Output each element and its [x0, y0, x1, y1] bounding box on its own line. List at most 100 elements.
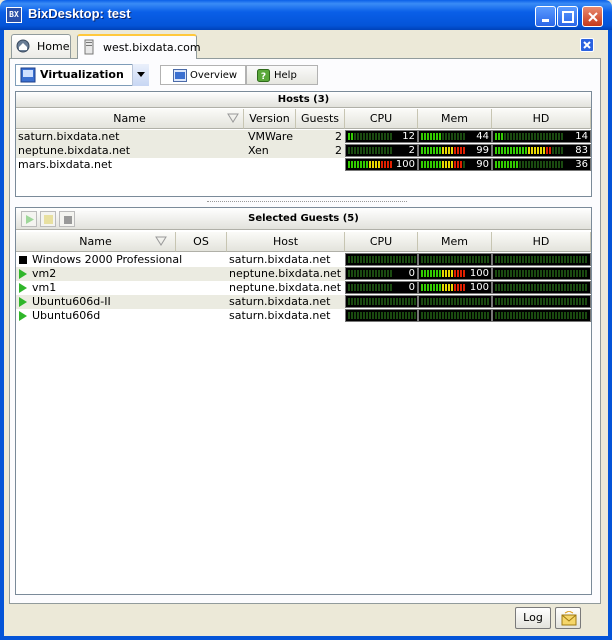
- host-name: mars.bixdata.net: [18, 158, 113, 171]
- meter-segment: [564, 298, 566, 305]
- meter-segment: [442, 312, 444, 319]
- start-guest-button[interactable]: [21, 211, 37, 227]
- meter-segment: [516, 284, 518, 291]
- hosts-col-mem[interactable]: Mem: [418, 109, 492, 129]
- meter-segment: [351, 133, 353, 140]
- hosts-col-version[interactable]: Version: [244, 109, 296, 129]
- guest-name: vm2: [32, 267, 57, 280]
- meter-segment: [546, 133, 548, 140]
- guests-col-host[interactable]: Host: [227, 232, 345, 252]
- meter-segment: [433, 161, 435, 168]
- meter-segment: [460, 147, 462, 154]
- meter-segment: [460, 298, 462, 305]
- meter-segment: [555, 147, 557, 154]
- meter-value: 14: [575, 131, 588, 142]
- stop-guest-button[interactable]: [59, 211, 75, 227]
- split-handle[interactable]: [207, 201, 407, 203]
- meter-segment: [457, 147, 459, 154]
- meter-segment: [360, 161, 362, 168]
- close-tab-button[interactable]: [580, 38, 594, 52]
- pause-guest-button[interactable]: [40, 211, 56, 227]
- meter-segment: [375, 147, 377, 154]
- usage-meter: 12: [345, 130, 418, 143]
- meter-segment: [549, 161, 551, 168]
- meter-segment: [369, 270, 371, 277]
- meter-segment: [424, 284, 426, 291]
- overview-button[interactable]: Overview: [160, 65, 246, 85]
- guests-col-os[interactable]: OS: [176, 232, 227, 252]
- meter-segment: [387, 161, 389, 168]
- meter-segment: [436, 312, 438, 319]
- meter-segment: [433, 147, 435, 154]
- hosts-col-name[interactable]: Name: [16, 109, 244, 129]
- guests-col-name[interactable]: Name: [16, 232, 176, 252]
- meter-segment: [546, 256, 548, 263]
- meter-segment: [573, 270, 575, 277]
- tab-west-bixdata[interactable]: west.bixdata.com: [77, 34, 201, 59]
- meter-segment: [411, 256, 413, 263]
- meter-segment: [561, 133, 563, 140]
- meter-segment: [366, 133, 368, 140]
- meter-segment: [558, 298, 560, 305]
- meter-value: 0: [408, 268, 415, 279]
- meter-segment: [427, 312, 429, 319]
- help-button[interactable]: ? Help: [246, 65, 318, 85]
- tab-home[interactable]: Home: [11, 34, 71, 58]
- meter-segment: [531, 133, 533, 140]
- meter-segment: [381, 284, 383, 291]
- hosts-col-hd-label: HD: [532, 112, 550, 125]
- meter-segment: [558, 161, 560, 168]
- meter-segment: [378, 298, 380, 305]
- meter-segment: [585, 270, 587, 277]
- meter-segment: [519, 147, 521, 154]
- guests-col-cpu[interactable]: CPU: [345, 232, 418, 252]
- meter-segment: [498, 298, 500, 305]
- host-guests: 2: [335, 144, 342, 157]
- usage-meter: 100: [345, 158, 418, 171]
- guests-col-hd[interactable]: HD: [492, 232, 591, 252]
- view-select-dropdown[interactable]: [132, 64, 149, 86]
- meter-segment: [348, 256, 350, 263]
- meter-segment: [519, 256, 521, 263]
- meter-segment: [460, 312, 462, 319]
- minimize-icon: [542, 19, 549, 22]
- meter-segment: [558, 147, 560, 154]
- meter-segment: [421, 270, 423, 277]
- meter-segment: [439, 298, 441, 305]
- meter-segment: [451, 284, 453, 291]
- meter-segment: [414, 298, 416, 305]
- close-window-button[interactable]: [582, 6, 603, 27]
- log-button[interactable]: Log: [515, 607, 551, 629]
- meter-segment: [543, 256, 545, 263]
- meter-segment: [507, 161, 509, 168]
- meter-value: 100: [395, 159, 415, 170]
- meter-segment: [439, 284, 441, 291]
- guest-host: saturn.bixdata.net: [229, 253, 331, 266]
- meter-segment: [393, 256, 395, 263]
- hosts-title: Hosts (3): [16, 92, 591, 108]
- meter-segment: [510, 147, 512, 154]
- hosts-col-cpu[interactable]: CPU: [345, 109, 418, 129]
- meter-segment: [570, 298, 572, 305]
- meter-segment: [570, 312, 572, 319]
- view-select-value: Virtualization: [40, 68, 124, 81]
- guests-col-mem[interactable]: Mem: [418, 232, 492, 252]
- meter-segment: [537, 133, 539, 140]
- meter-segment: [375, 133, 377, 140]
- meter-segment: [433, 284, 435, 291]
- guests-col-mem-label: Mem: [441, 235, 468, 248]
- hosts-col-guests[interactable]: Guests: [296, 109, 345, 129]
- hosts-col-hd[interactable]: HD: [492, 109, 591, 129]
- meter-segment: [561, 312, 563, 319]
- meter-segment: [457, 270, 459, 277]
- notifications-button[interactable]: [555, 607, 581, 629]
- usage-meter: 0: [345, 281, 418, 294]
- meter-segment: [463, 312, 465, 319]
- minimize-button[interactable]: [535, 6, 556, 27]
- meter-segment: [522, 256, 524, 263]
- meter-segment: [463, 256, 465, 263]
- meter-segment: [381, 161, 383, 168]
- meter-segment: [478, 298, 480, 305]
- meter-segment: [424, 147, 426, 154]
- maximize-button[interactable]: [557, 6, 578, 27]
